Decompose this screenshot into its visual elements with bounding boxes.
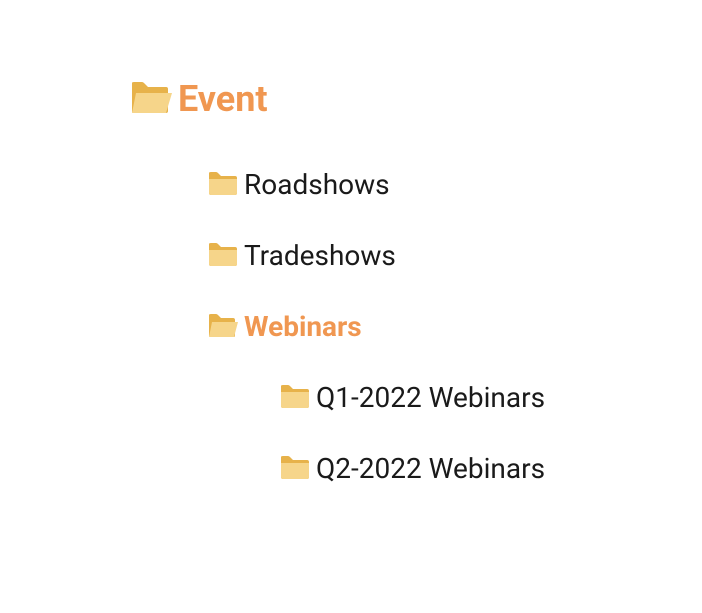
tree-item-label: Event — [178, 78, 268, 120]
folder-open-icon — [208, 312, 238, 342]
tree-item-label: Q2-2022 Webinars — [316, 452, 545, 485]
tree-item-tradeshows[interactable]: Tradeshows — [208, 239, 702, 272]
tree-item-roadshows[interactable]: Roadshows — [208, 168, 702, 201]
tree-item-q2-2022-webinars[interactable]: Q2-2022 Webinars — [280, 452, 702, 485]
folder-icon — [208, 241, 238, 271]
folder-icon — [208, 170, 238, 200]
tree-item-label: Tradeshows — [244, 239, 396, 272]
folder-icon — [280, 383, 310, 413]
tree-item-label: Q1-2022 Webinars — [316, 381, 545, 414]
folder-icon — [280, 454, 310, 484]
tree-item-label: Roadshows — [244, 168, 390, 201]
tree-item-q1-2022-webinars[interactable]: Q1-2022 Webinars — [280, 381, 702, 414]
folder-open-icon — [130, 79, 172, 119]
tree-item-label: Webinars — [244, 310, 362, 343]
tree-item-event[interactable]: Event — [130, 78, 702, 120]
tree-item-webinars[interactable]: Webinars — [208, 310, 702, 343]
